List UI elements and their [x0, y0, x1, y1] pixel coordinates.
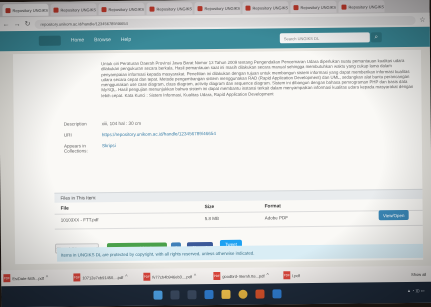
table-divider: [54, 209, 423, 215]
windows-taskbar: ▲ ◔ ))) ▭: [1, 281, 431, 307]
favicon-icon: [341, 4, 347, 10]
item-record-card: Untuk ciri Peraturan Daerah Provinsi Jaw…: [12, 49, 424, 265]
chevron-up-icon[interactable]: ^: [194, 273, 196, 279]
task-view-icon[interactable]: [186, 290, 197, 300]
favicon-icon: [293, 4, 299, 10]
office-icon[interactable]: [254, 289, 265, 299]
forward-icon[interactable]: →: [14, 21, 21, 28]
download-item[interactable]: PDF fv77ch4b946eb3....pdf ^: [143, 271, 207, 283]
file-format-cell: Adobe PDF: [264, 215, 288, 221]
star-icon[interactable]: ☆: [419, 16, 425, 24]
pdf-file-icon: PDF: [143, 272, 151, 281]
tab-label: Repository UNGIKS: [108, 6, 145, 12]
search-taskbar-icon[interactable]: [169, 290, 180, 300]
download-item[interactable]: PDF l.pdf: [283, 269, 323, 280]
show-all-downloads-link[interactable]: Show all: [411, 271, 426, 276]
browser-tab[interactable]: Repository UNGIKS: [98, 2, 145, 16]
pdf-file-icon: PDF: [283, 271, 291, 280]
tab-label: Repository UNGIKS: [348, 3, 385, 10]
favicon-icon: [197, 5, 203, 11]
appears-label: Appears in Collections:: [63, 143, 88, 154]
file-column-header: File: [60, 206, 69, 212]
browser-tab[interactable]: Repository UNGIKS: [194, 1, 241, 15]
nav-home-link[interactable]: Home: [71, 37, 84, 43]
tab-label: Repository UNGIKS: [252, 4, 289, 11]
pdf-file-icon: PDF: [213, 271, 221, 281]
chevron-up-icon[interactable]: ^: [46, 275, 48, 281]
search-input[interactable]: Search UNGIKS DL: [279, 32, 370, 44]
browser-tab[interactable]: Repository UNGIKS: [290, 0, 337, 14]
collection-link[interactable]: Skripsi: [102, 143, 116, 148]
url-field[interactable]: repository.unikom.ac.id/handle/123456789…: [34, 15, 416, 29]
chevron-up-icon[interactable]: ^: [267, 272, 269, 278]
favicon-icon: [53, 7, 59, 13]
favicon-icon: [149, 6, 155, 12]
search-icon[interactable]: ⌕: [370, 32, 382, 43]
pdf-file-icon: PDF: [73, 273, 81, 282]
abstract-text: Untuk ciri Peraturan Daerah Provinsi Jaw…: [101, 58, 414, 98]
view-open-button[interactable]: View/Open: [378, 209, 409, 221]
description-value: xiii, 104 hal : 30 cm: [101, 120, 142, 127]
nav-browse-link[interactable]: Browse: [94, 37, 111, 43]
tab-label: Repository UNGIKS: [156, 5, 193, 12]
favicon-icon: [245, 5, 251, 11]
file-size-cell: 5.8 MB: [204, 215, 219, 222]
tab-label: Repository UNGIKS: [300, 4, 337, 10]
uri-label: URI: [63, 132, 72, 138]
download-item[interactable]: PDF EsiDate-Ntth...pdf ^: [3, 272, 67, 284]
file-name-cell[interactable]: 10103XX - FTT.pdf: [61, 217, 99, 222]
size-column-header: Size: [204, 205, 215, 211]
site-logo[interactable]: [38, 35, 61, 46]
back-icon[interactable]: ←: [3, 21, 10, 28]
word-icon[interactable]: [271, 289, 282, 299]
reload-icon[interactable]: ↻: [25, 20, 31, 28]
download-name: goodbrd- Bernh.tte...pdf: [222, 272, 265, 279]
files-section-title: Files in This Item:: [54, 188, 423, 203]
appears-row: Appears in Collections: Skripsi: [64, 142, 184, 154]
browser-tab[interactable]: Repository UNGIKS: [242, 1, 289, 14]
chevron-up-icon[interactable]: ^: [125, 274, 127, 280]
file-explorer-icon[interactable]: [220, 289, 231, 299]
start-icon[interactable]: [152, 290, 163, 300]
tab-label: Repository UNGIKS: [12, 7, 49, 13]
chrome-icon[interactable]: [237, 289, 248, 299]
browser-tab[interactable]: Repository UNGIKS: [50, 3, 97, 16]
favicon-icon: [5, 7, 11, 13]
download-name: 10712e7xb91450....pdf: [82, 274, 124, 280]
uri-link[interactable]: https://repository.unikom.ac.id/handle/1…: [102, 131, 216, 137]
format-column-header: Format: [264, 204, 281, 210]
table-divider: [54, 224, 423, 230]
description-label: Description: [63, 121, 87, 127]
tab-label: Repository UNGIKS: [204, 5, 241, 11]
nav-help-link[interactable]: Help: [121, 37, 131, 43]
edge-icon[interactable]: [203, 290, 214, 300]
download-item[interactable]: PDF 10712e7xb91450....pdf ^: [73, 271, 137, 283]
browser-tab[interactable]: Repository UNGIKS: [338, 0, 385, 13]
favicon-icon: [101, 6, 107, 12]
site-navbar: Home Browse Help Search UNGIKS DL ⌕: [0, 26, 430, 52]
download-name: EsiDate-Ntth...pdf: [12, 275, 44, 281]
download-item[interactable]: PDF goodbrd- Bernh.tte...pdf ^: [213, 270, 277, 282]
tab-label: Repository UNGIKS: [60, 6, 97, 13]
download-name: fv77ch4b946eb3....pdf: [152, 273, 192, 280]
system-tray[interactable]: ▲ ◔ ))) ▭: [407, 288, 425, 293]
browser-tab[interactable]: Repository UNGIKS: [146, 2, 193, 15]
pdf-file-icon: PDF: [3, 274, 11, 283]
download-name: l.pdf: [292, 272, 300, 278]
screen: Repository UNGIKS Repository UNGIKS Repo…: [0, 0, 431, 307]
browser-tab[interactable]: Repository UNGIKS: [2, 3, 49, 17]
